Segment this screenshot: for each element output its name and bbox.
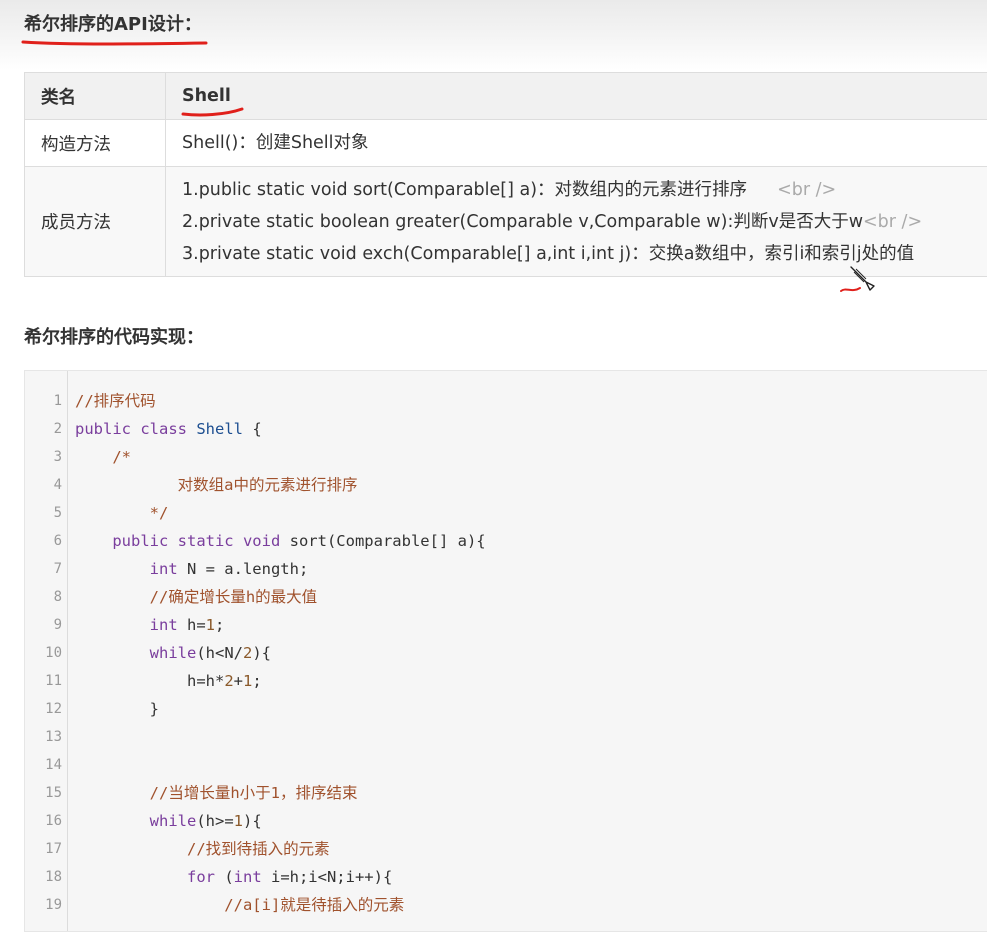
code-token: { — [243, 420, 262, 438]
code-token: //当增长量h小于1，排序结束 — [75, 784, 357, 802]
code-token: Shell — [196, 420, 243, 438]
line-number: 13 — [25, 723, 62, 751]
line-number: 15 — [25, 779, 62, 807]
line-number: 3 — [25, 443, 62, 471]
code-token: ; — [252, 672, 261, 690]
code-line: for (int i=h;i<N;i++){ — [75, 863, 392, 891]
code-token: 1 — [206, 616, 215, 634]
line-number: 4 — [25, 471, 62, 499]
table-header-row: 类名 Shell — [25, 73, 987, 120]
header-class-label: 类名 — [25, 73, 166, 120]
code-token: } — [75, 700, 159, 718]
line-number: 7 — [25, 555, 62, 583]
br-tag-2: <br /> — [863, 212, 922, 232]
code-line: /* — [75, 443, 131, 471]
line-number: 10 — [25, 639, 62, 667]
code-token: (h<N/ — [196, 644, 243, 662]
pen-cursor-icon — [848, 264, 876, 292]
line-number: 2 — [25, 415, 62, 443]
line-number: 1 — [25, 387, 62, 415]
code-token: ){ — [243, 812, 262, 830]
line-number: 9 — [25, 611, 62, 639]
red-underline-shell — [180, 106, 246, 120]
header-class-name: Shell — [166, 73, 987, 120]
member-line-2: 2.private static boolean greater(Compara… — [182, 206, 987, 238]
code-token: //a[i]就是待插入的元素 — [75, 896, 404, 914]
br-tag-1: <br /> — [777, 180, 836, 200]
member-line-1: 1.public static void sort(Comparable[] a… — [182, 174, 987, 206]
member-2-text: 2.private static boolean greater(Compara… — [182, 212, 863, 232]
code-impl-heading: 希尔排序的代码实现： — [24, 323, 204, 349]
member-3-text: 3.private static void exch(Comparable[] … — [182, 244, 914, 264]
code-token: ){ — [252, 644, 271, 662]
line-number: 5 — [25, 499, 62, 527]
constructor-label: 构造方法 — [25, 120, 166, 167]
api-design-heading: 希尔排序的API设计： — [24, 10, 202, 36]
members-label: 成员方法 — [25, 167, 166, 277]
code-line: int N = a.length; — [75, 555, 308, 583]
constructor-text: Shell()：创建Shell对象 — [182, 127, 987, 159]
code-token: //排序代码 — [75, 392, 156, 410]
table-row-members: 成员方法 1.public static void sort(Comparabl… — [25, 167, 987, 277]
code-token: while — [75, 644, 196, 662]
code-line: //a[i]就是待插入的元素 — [75, 891, 404, 919]
code-token: ( — [224, 868, 233, 886]
code-token: int — [75, 616, 187, 634]
code-line: //当增长量h小于1，排序结束 — [75, 779, 357, 807]
code-token: */ — [75, 504, 168, 522]
constructor-cell: Shell()：创建Shell对象 — [166, 120, 987, 167]
line-number: 11 — [25, 667, 62, 695]
code-line: } — [75, 695, 159, 723]
line-number: 17 — [25, 835, 62, 863]
code-line: while(h>=1){ — [75, 807, 262, 835]
members-cell: 1.public static void sort(Comparable[] a… — [166, 167, 987, 277]
red-underline-heading — [20, 36, 210, 50]
code-token: public static void — [75, 532, 290, 550]
code-token: + — [234, 672, 243, 690]
line-number: 6 — [25, 527, 62, 555]
code-token: 对数组a中的元素进行排序 — [75, 476, 357, 494]
code-token: //确定增长量h的最大值 — [75, 588, 317, 606]
code-line: //找到待插入的元素 — [75, 835, 330, 863]
line-number: 12 — [25, 695, 62, 723]
code-token: 2 — [224, 672, 233, 690]
code-token: public class — [75, 420, 196, 438]
code-token: 1 — [243, 672, 252, 690]
code-line: //排序代码 — [75, 387, 156, 415]
line-number-gutter: 12345678910111213141516171819 — [25, 371, 68, 931]
member-1-text: 1.public static void sort(Comparable[] a… — [182, 180, 747, 200]
code-line: */ — [75, 499, 168, 527]
code-line: public class Shell { — [75, 415, 262, 443]
line-number: 14 — [25, 751, 62, 779]
code-token: 2 — [243, 644, 252, 662]
code-token: //找到待插入的元素 — [75, 840, 330, 858]
code-block: 12345678910111213141516171819 //排序代码publ… — [24, 370, 987, 932]
code-token: int — [234, 868, 271, 886]
code-line: int h=1; — [75, 611, 224, 639]
code-token: N = a.length; — [187, 560, 308, 578]
code-token: i=h;i<N;i++){ — [271, 868, 392, 886]
code-line: 对数组a中的元素进行排序 — [75, 471, 357, 499]
code-token: h=h* — [75, 672, 224, 690]
code-token: int — [75, 560, 187, 578]
code-token: sort(Comparable[] a){ — [290, 532, 486, 550]
line-number: 18 — [25, 863, 62, 891]
code-token: h= — [187, 616, 206, 634]
line-number: 8 — [25, 583, 62, 611]
code-token: 1 — [234, 812, 243, 830]
code-token: for — [75, 868, 224, 886]
code-line: //确定增长量h的最大值 — [75, 583, 317, 611]
line-number: 16 — [25, 807, 62, 835]
code-token: while — [75, 812, 196, 830]
code-token: ; — [215, 616, 224, 634]
code-token: /* — [75, 448, 131, 466]
code-line: public static void sort(Comparable[] a){ — [75, 527, 486, 555]
api-table: 类名 Shell 构造方法 Shell()：创建Shell对象 成员方法 1.p… — [24, 72, 987, 277]
table-row-constructor: 构造方法 Shell()：创建Shell对象 — [25, 120, 987, 167]
line-number: 19 — [25, 891, 62, 919]
code-line: h=h*2+1; — [75, 667, 262, 695]
code-line: while(h<N/2){ — [75, 639, 271, 667]
code-token: (h>= — [196, 812, 233, 830]
